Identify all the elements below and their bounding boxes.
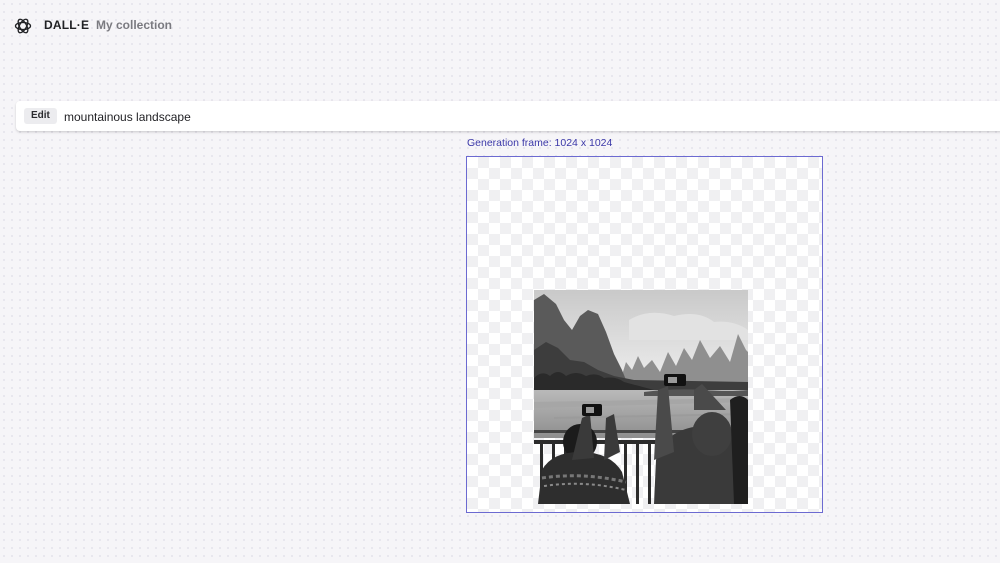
app-brand[interactable]: DALL·E: [44, 18, 89, 32]
prompt-input[interactable]: [62, 106, 466, 128]
openai-logo-icon[interactable]: [13, 16, 33, 36]
top-bar: DALL·E My collection: [0, 0, 1000, 52]
my-collection-link[interactable]: My collection: [96, 18, 172, 32]
photo-illustration: [534, 290, 748, 504]
prompt-bar: Edit: [16, 101, 1000, 131]
generation-frame-label: Generation frame: 1024 x 1024: [467, 137, 613, 149]
edit-mode-badge: Edit: [24, 108, 57, 124]
uploaded-image[interactable]: [534, 290, 748, 504]
